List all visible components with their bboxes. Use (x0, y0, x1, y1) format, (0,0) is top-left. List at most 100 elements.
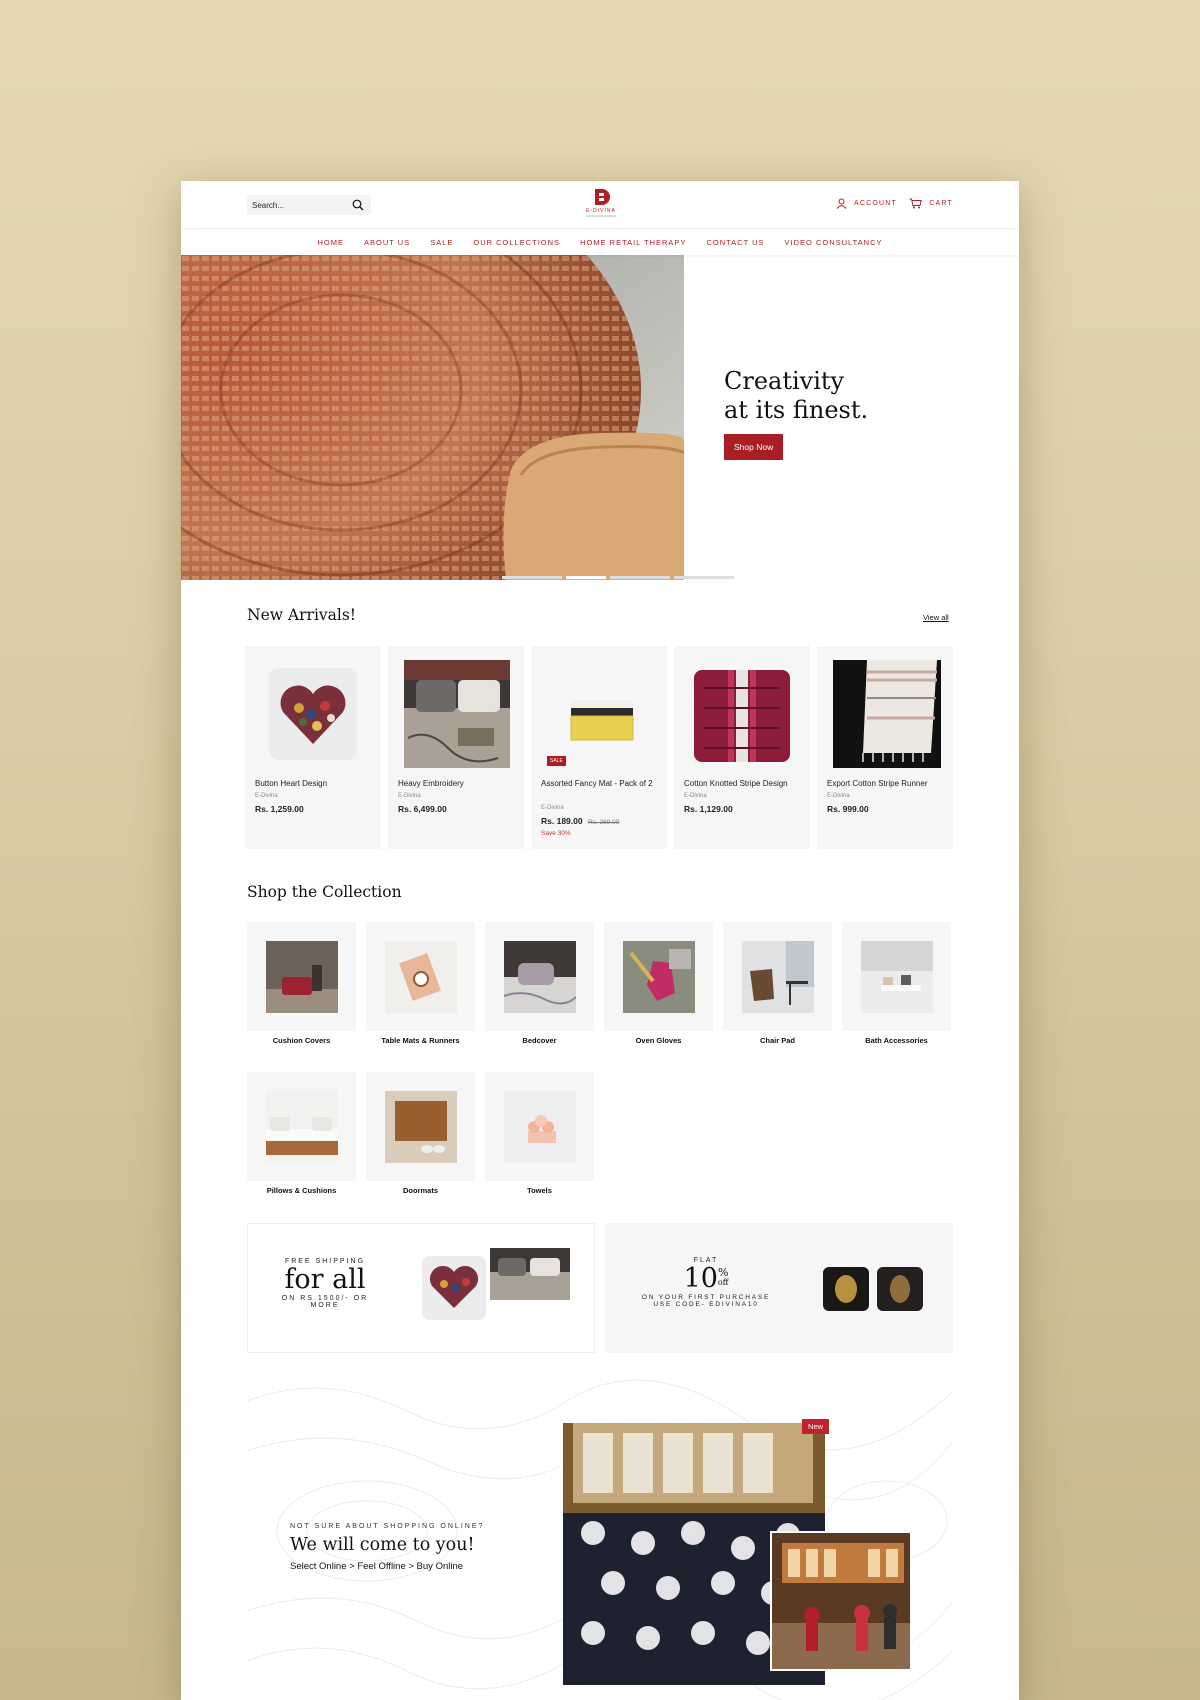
product-card[interactable]: Button Heart Design E-Divina Rs. 1,259.0… (245, 646, 381, 849)
collection-label[interactable]: Chair Pad (723, 1036, 832, 1045)
collection-item[interactable]: Cushion Covers (247, 922, 356, 1045)
account-label: ACCOUNT (853, 200, 897, 207)
collection-image[interactable] (366, 1072, 475, 1181)
hero-banner: Creativity at its finest. Shop Now (181, 255, 1019, 580)
free-shipping-text: FREE SHIPPING for all ON RS.1500/- OR MO… (270, 1258, 380, 1309)
hero-line-1: Creativity (724, 367, 845, 395)
product-price: Rs. 6,499.00 (398, 804, 447, 814)
shop-now-button[interactable]: Shop Now (724, 434, 784, 460)
product-name[interactable]: Cotton Knotted Stripe Design (684, 778, 804, 790)
hero-image (181, 255, 684, 580)
hero-text: Creativity at its finest. Shop Now (724, 367, 868, 460)
collection-item[interactable]: Chair Pad (723, 922, 832, 1045)
search-box[interactable] (247, 195, 371, 216)
product-card[interactable]: Cotton Knotted Stripe Design E-Divina Rs… (674, 646, 810, 849)
product-card[interactable]: Export Cotton Stripe Runner E-Divina Rs.… (817, 646, 953, 849)
collection-label[interactable]: Pillows & Cushions (247, 1186, 356, 1195)
search-icon[interactable] (352, 199, 364, 211)
product-brand: E-Divina (255, 793, 278, 799)
collection-image[interactable] (723, 922, 832, 1031)
discount-banner[interactable]: FLAT 10% off ON YOUR FIRST PURCHASE USE C… (605, 1223, 953, 1353)
account-link[interactable]: ACCOUNT (836, 198, 897, 209)
cart-icon (909, 198, 923, 209)
new-arrivals-title: New Arrivals! (247, 606, 357, 624)
nav-about-us[interactable]: ABOUT US (364, 238, 410, 247)
collection-label[interactable]: Bedcover (485, 1036, 594, 1045)
collection-image[interactable] (485, 1072, 594, 1181)
product-name[interactable]: Heavy Embroidery (398, 778, 518, 790)
product-image[interactable] (827, 658, 943, 772)
hero-line-2: at its finest. (724, 396, 869, 424)
collection-grid: Cushion Covers Table Mats & Runners Bedc… (247, 922, 951, 1195)
product-brand: E-Divina (541, 805, 564, 811)
off-label: off (717, 1278, 729, 1287)
product-name[interactable]: Export Cotton Stripe Runner (827, 778, 947, 790)
slider-dot[interactable] (610, 576, 670, 579)
sale-badge: SALE (547, 756, 566, 766)
collection-image[interactable] (604, 922, 713, 1031)
collection-label[interactable]: Table Mats & Runners (366, 1036, 475, 1045)
product-image[interactable] (398, 658, 514, 772)
collection-image[interactable] (485, 922, 594, 1031)
product-savings: Save 30% (541, 830, 571, 837)
collection-item[interactable]: Bedcover (485, 922, 594, 1045)
visit-eyebrow: NOT SURE ABOUT SHOPPING ONLINE? (290, 1523, 485, 1530)
product-price: Rs. 999.00 (827, 804, 869, 814)
nav-home[interactable]: HOME (317, 238, 344, 247)
view-all-link[interactable]: View all (923, 613, 949, 622)
collection-image[interactable] (842, 922, 951, 1031)
collection-item[interactable]: Oven Gloves (604, 922, 713, 1045)
collection-label[interactable]: Oven Gloves (604, 1036, 713, 1045)
product-sale-price: Rs. 189.00 (541, 816, 583, 826)
collection-label[interactable]: Towels (485, 1186, 594, 1195)
collection-image[interactable] (366, 922, 475, 1031)
nav-contact-us[interactable]: CONTACT US (706, 238, 764, 247)
visit-title: We will come to you! (290, 1535, 475, 1555)
free-shipping-banner[interactable]: FREE SHIPPING for all ON RS.1500/- OR MO… (247, 1223, 595, 1353)
product-name[interactable]: Assorted Fancy Mat - Pack of 2 (541, 778, 661, 790)
collection-item[interactable]: Bath Accessories (842, 922, 951, 1045)
nav-video-consultancy[interactable]: VIDEO CONSULTANCY (785, 238, 883, 247)
store-image (770, 1531, 912, 1671)
product-name[interactable]: Button Heart Design (255, 778, 375, 790)
nav-sale[interactable]: SALE (430, 238, 453, 247)
search-input[interactable] (247, 195, 347, 216)
collection-item[interactable]: Pillows & Cushions (247, 1072, 356, 1195)
slider-dot[interactable] (502, 576, 562, 579)
collection-image[interactable] (247, 922, 356, 1031)
nav-home-retail-therapy[interactable]: HOME RETAIL THERAPY (580, 238, 686, 247)
collection-item[interactable]: Towels (485, 1072, 594, 1195)
cart-link[interactable]: CART (909, 198, 953, 209)
slider-dots (502, 576, 734, 579)
collection-item[interactable]: Table Mats & Runners (366, 922, 475, 1045)
collection-label[interactable]: Doormats (366, 1186, 475, 1195)
collection-image[interactable] (247, 1072, 356, 1181)
collection-label[interactable]: Cushion Covers (247, 1036, 356, 1045)
product-brand: E-Divina (684, 793, 707, 799)
black-cushions-image (823, 1267, 923, 1311)
discount-headline: 10% off (631, 1264, 781, 1294)
logo[interactable]: E-DIVINA HOME FURNISHINGS (579, 187, 623, 223)
product-image[interactable] (684, 658, 800, 772)
discount-text: FLAT 10% off ON YOUR FIRST PURCHASE USE C… (631, 1257, 781, 1308)
hero-heading: Creativity at its finest. (724, 367, 868, 425)
header: E-DIVINA HOME FURNISHINGS ACCOUNT CART (181, 181, 1019, 229)
new-badge: New (802, 1419, 830, 1434)
product-image[interactable] (255, 658, 371, 772)
collection-label[interactable]: Bath Accessories (842, 1036, 951, 1045)
nav-our-collections[interactable]: OUR COLLECTIONS (473, 238, 560, 247)
slider-dot[interactable] (674, 576, 734, 579)
product-image[interactable] (541, 658, 657, 772)
product-price: Rs. 189.00 Rs. 269.00 (541, 816, 619, 826)
discount-value: 10 (683, 1263, 718, 1294)
collection-item[interactable]: Doormats (366, 1072, 475, 1195)
product-card[interactable]: SALE Assorted Fancy Mat - Pack of 2 E-Di… (531, 646, 667, 849)
main-nav: HOME ABOUT US SALE OUR COLLECTIONS HOME … (181, 229, 1019, 255)
logo-tagline: HOME FURNISHINGS (585, 214, 617, 218)
product-brand: E-Divina (827, 793, 850, 799)
product-card[interactable]: Heavy Embroidery E-Divina Rs. 6,499.00 (388, 646, 524, 849)
discount-condition: ON YOUR FIRST PURCHASE USE CODE- EDIVINA… (641, 1294, 771, 1308)
free-shipping-headline: for all (284, 1264, 366, 1295)
free-shipping-condition: ON RS.1500/- OR MORE (281, 1295, 369, 1309)
slider-dot-active[interactable] (566, 576, 606, 579)
